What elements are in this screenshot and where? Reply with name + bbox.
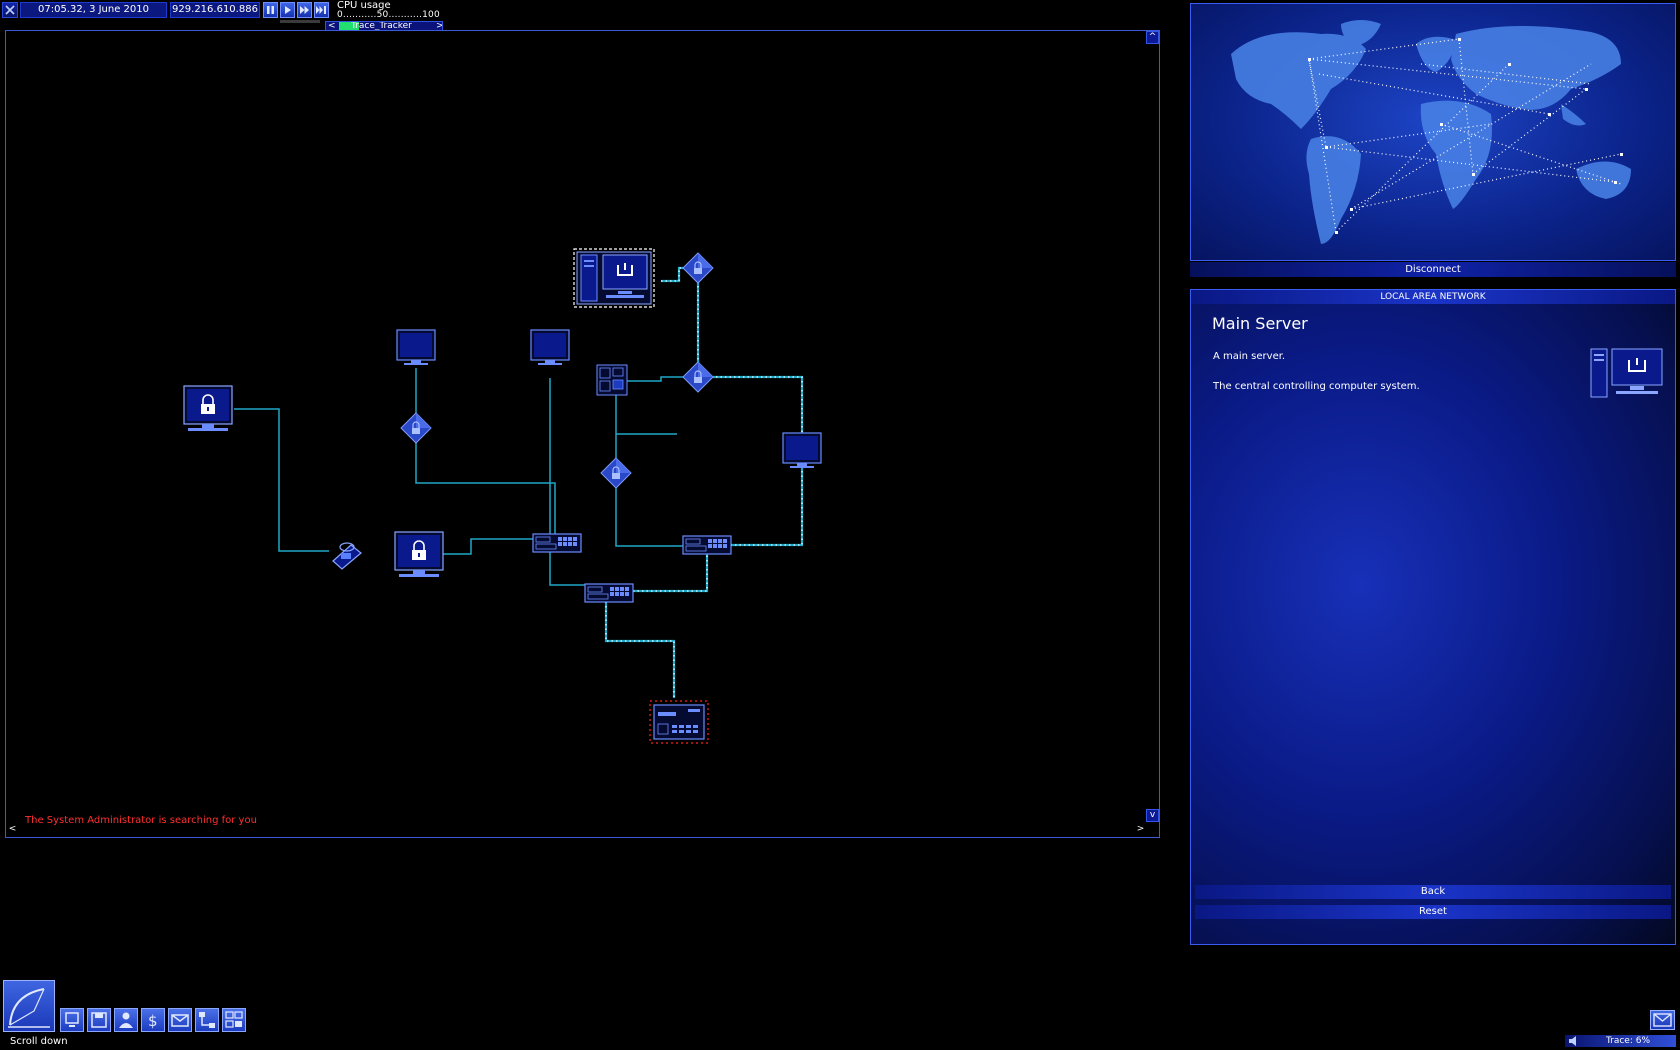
workstation-cluster-node[interactable] <box>596 364 628 396</box>
node-subtitle: A main server. <box>1213 351 1286 362</box>
satellite-dish-icon <box>8 988 50 1028</box>
floppy-disk-icon <box>91 1012 107 1028</box>
envelope-icon <box>171 1014 189 1027</box>
router-node-b[interactable] <box>682 535 732 555</box>
lock-node-junction[interactable] <box>682 361 714 393</box>
speaker-icon <box>1569 1036 1576 1046</box>
info-panel: LOCAL AREA NETWORK Main Server A main se… <box>1190 289 1676 945</box>
router-node-a[interactable] <box>532 533 582 553</box>
lan-view[interactable]: ^ v < > <box>5 30 1160 838</box>
node-title: Main Server <box>1212 314 1308 333</box>
locked-terminal-node-b[interactable] <box>394 531 444 578</box>
fast-forward-button[interactable] <box>297 2 312 18</box>
pause-button[interactable] <box>263 2 278 18</box>
tool-email-button[interactable] <box>168 1008 192 1032</box>
tool-status-button[interactable] <box>114 1008 138 1032</box>
router-node-c[interactable] <box>584 583 634 603</box>
datetime-display: 07:05.32, 3 June 2010 <box>20 2 167 18</box>
status-text: Scroll down <box>10 1036 68 1047</box>
play-button[interactable] <box>280 2 295 18</box>
network-icon <box>199 1012 215 1028</box>
dollar-icon: $ <box>148 1012 158 1030</box>
person-icon <box>119 1012 133 1028</box>
cpu-usage-scale: 0...........50...........100 <box>337 10 440 20</box>
world-map-graphic <box>1231 20 1631 244</box>
tool-memory-button[interactable] <box>87 1008 111 1032</box>
inbox-button[interactable] <box>1650 1010 1675 1030</box>
ip-display: 929.216.610.886 <box>170 2 260 18</box>
scroll-right-button[interactable]: > <box>1134 824 1147 837</box>
world-map[interactable] <box>1190 3 1676 261</box>
fast-forward-icon <box>300 6 309 14</box>
terminal-node-c[interactable] <box>782 432 822 469</box>
reset-button[interactable]: Reset <box>1195 905 1671 919</box>
lock-node-mid[interactable] <box>600 457 632 489</box>
play-icon <box>285 6 291 14</box>
close-button[interactable] <box>2 2 18 18</box>
admin-warning-text: The System Administrator is searching fo… <box>25 815 257 826</box>
tool-lan-button[interactable] <box>195 1008 219 1032</box>
pause-icon <box>267 6 274 14</box>
lock-node-left[interactable] <box>400 412 432 444</box>
tracker-prev-button[interactable]: < <box>328 22 336 30</box>
trace-target-node[interactable] <box>649 700 709 744</box>
svg-text:$: $ <box>148 1012 158 1030</box>
lan-diagram <box>183 248 822 744</box>
tool-finance-button[interactable]: $ <box>141 1008 165 1032</box>
tracker-label: Trace_Tracker <box>351 21 412 31</box>
main-server-icon <box>1590 348 1663 398</box>
terminal-node-a[interactable] <box>396 329 436 366</box>
max-speed-button[interactable] <box>314 2 329 18</box>
workstation-icon <box>225 1011 243 1028</box>
main-server-node[interactable] <box>573 248 655 308</box>
close-icon <box>5 5 15 15</box>
node-description: The central controlling computer system. <box>1213 381 1420 392</box>
back-button[interactable]: Back <box>1195 885 1671 899</box>
scroll-left-button[interactable]: < <box>6 824 19 837</box>
disconnect-button[interactable]: Disconnect <box>1190 262 1676 277</box>
max-speed-icon <box>316 6 326 14</box>
scroll-up-button[interactable]: ^ <box>1146 31 1159 44</box>
phone-node[interactable] <box>332 542 362 570</box>
terminal-node-b[interactable] <box>530 329 570 366</box>
info-panel-header: LOCAL AREA NETWORK <box>1191 290 1675 304</box>
tracker-next-button[interactable]: > <box>436 22 442 30</box>
gateway-button[interactable] <box>3 980 55 1032</box>
tool-hardware-button[interactable] <box>60 1008 84 1032</box>
mail-icon <box>1653 1013 1672 1027</box>
speed-indicator <box>280 20 320 23</box>
lock-node-top[interactable] <box>682 252 714 284</box>
computer-icon <box>65 1012 79 1027</box>
tool-cluster-button[interactable] <box>222 1008 246 1032</box>
locked-terminal-node-a[interactable] <box>183 385 233 432</box>
scroll-down-button[interactable]: v <box>1146 809 1159 822</box>
trace-percentage: Trace: 6% <box>1605 1036 1650 1046</box>
trace-status: Trace: 6% <box>1565 1035 1676 1047</box>
